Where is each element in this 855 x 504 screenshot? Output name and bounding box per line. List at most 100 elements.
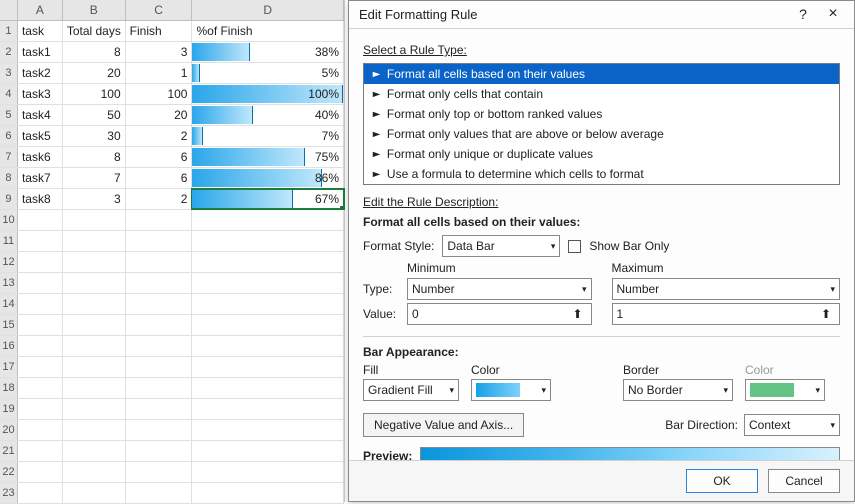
row-header[interactable]: 23 bbox=[0, 483, 18, 503]
cell[interactable] bbox=[192, 252, 344, 272]
cell[interactable]: task2 bbox=[18, 63, 63, 83]
cell[interactable] bbox=[63, 357, 126, 377]
cell[interactable] bbox=[63, 378, 126, 398]
cell[interactable] bbox=[126, 420, 193, 440]
cell[interactable]: task bbox=[18, 21, 63, 41]
rule-type-item[interactable]: ►Format all cells based on their values bbox=[364, 64, 839, 84]
cell[interactable] bbox=[192, 420, 344, 440]
row-header[interactable]: 13 bbox=[0, 273, 18, 293]
cell[interactable] bbox=[63, 252, 126, 272]
cell[interactable] bbox=[126, 462, 193, 482]
bar-direction-combo[interactable]: Context ▾ bbox=[744, 414, 840, 436]
cell[interactable]: 3 bbox=[126, 42, 193, 62]
cell[interactable] bbox=[192, 315, 344, 335]
cell[interactable] bbox=[192, 378, 344, 398]
row-header[interactable]: 21 bbox=[0, 441, 18, 461]
cell[interactable]: 100 bbox=[63, 84, 126, 104]
row-header[interactable]: 20 bbox=[0, 420, 18, 440]
rule-type-item[interactable]: ►Format only values that are above or be… bbox=[364, 124, 839, 144]
cell[interactable] bbox=[63, 399, 126, 419]
cell[interactable] bbox=[18, 441, 63, 461]
col-header-d[interactable]: D bbox=[192, 0, 344, 20]
row-header[interactable]: 8 bbox=[0, 168, 18, 188]
row-header[interactable]: 2 bbox=[0, 42, 18, 62]
cell[interactable]: Finish bbox=[126, 21, 193, 41]
cell[interactable] bbox=[192, 210, 344, 230]
rule-type-item[interactable]: ►Format only unique or duplicate values bbox=[364, 144, 839, 164]
cell[interactable] bbox=[126, 231, 193, 251]
cell[interactable]: 6 bbox=[126, 168, 193, 188]
cell[interactable]: 3 bbox=[63, 189, 126, 209]
cell[interactable] bbox=[63, 441, 126, 461]
cell[interactable] bbox=[63, 210, 126, 230]
collapse-dialog-icon[interactable]: ⬆ bbox=[817, 307, 835, 321]
row-header[interactable]: 19 bbox=[0, 399, 18, 419]
cell[interactable] bbox=[192, 357, 344, 377]
cell-databar[interactable]: 86% bbox=[192, 168, 344, 188]
cell[interactable] bbox=[18, 420, 63, 440]
min-type-combo[interactable]: Number ▾ bbox=[407, 278, 592, 300]
col-header-b[interactable]: B bbox=[63, 0, 126, 20]
cell[interactable] bbox=[63, 273, 126, 293]
cell[interactable] bbox=[63, 315, 126, 335]
cell[interactable] bbox=[18, 231, 63, 251]
cell[interactable] bbox=[18, 210, 63, 230]
cell[interactable]: 100 bbox=[126, 84, 193, 104]
row-header[interactable]: 4 bbox=[0, 84, 18, 104]
cell[interactable] bbox=[192, 231, 344, 251]
row-header[interactable]: 3 bbox=[0, 63, 18, 83]
cell[interactable] bbox=[18, 294, 63, 314]
row-header[interactable]: 11 bbox=[0, 231, 18, 251]
cell[interactable] bbox=[18, 378, 63, 398]
cell-databar[interactable]: 100% bbox=[192, 84, 344, 104]
cell[interactable] bbox=[192, 483, 344, 503]
row-header[interactable]: 15 bbox=[0, 315, 18, 335]
show-bar-only-checkbox[interactable] bbox=[568, 240, 581, 253]
min-value-input[interactable]: 0 ⬆ bbox=[407, 303, 592, 325]
border-combo[interactable]: No Border ▾ bbox=[623, 379, 733, 401]
cell[interactable]: 20 bbox=[63, 63, 126, 83]
cell[interactable] bbox=[126, 252, 193, 272]
cell[interactable]: 30 bbox=[63, 126, 126, 146]
border-color-combo[interactable]: ▾ bbox=[745, 379, 825, 401]
cell[interactable] bbox=[126, 315, 193, 335]
close-button[interactable]: × bbox=[818, 4, 848, 26]
cell-databar[interactable]: 38% bbox=[192, 42, 344, 62]
cell-databar[interactable]: 5% bbox=[192, 63, 344, 83]
cell[interactable] bbox=[63, 420, 126, 440]
cell[interactable] bbox=[18, 252, 63, 272]
cell[interactable] bbox=[63, 483, 126, 503]
cell[interactable] bbox=[63, 336, 126, 356]
cell[interactable]: task7 bbox=[18, 168, 63, 188]
row-header[interactable]: 12 bbox=[0, 252, 18, 272]
cell[interactable] bbox=[126, 441, 193, 461]
rule-type-item[interactable]: ►Use a formula to determine which cells … bbox=[364, 164, 839, 184]
cell[interactable]: task1 bbox=[18, 42, 63, 62]
fill-color-combo[interactable]: ▾ bbox=[471, 379, 551, 401]
row-header[interactable]: 9 bbox=[0, 189, 18, 209]
cell-databar[interactable]: 75% bbox=[192, 147, 344, 167]
cell[interactable] bbox=[18, 315, 63, 335]
cell[interactable]: Total days bbox=[63, 21, 126, 41]
col-header-c[interactable]: C bbox=[126, 0, 193, 20]
cell[interactable]: task8 bbox=[18, 189, 63, 209]
row-header[interactable]: 5 bbox=[0, 105, 18, 125]
cell-databar[interactable]: 67% bbox=[192, 189, 344, 209]
cell[interactable]: task3 bbox=[18, 84, 63, 104]
row-header[interactable]: 1 bbox=[0, 21, 18, 41]
row-header[interactable]: 17 bbox=[0, 357, 18, 377]
cell[interactable]: 8 bbox=[63, 42, 126, 62]
col-header-a[interactable]: A bbox=[18, 0, 63, 20]
cell[interactable] bbox=[126, 483, 193, 503]
negative-value-axis-button[interactable]: Negative Value and Axis... bbox=[363, 413, 524, 437]
cell[interactable] bbox=[18, 273, 63, 293]
row-header[interactable]: 6 bbox=[0, 126, 18, 146]
cell[interactable]: 2 bbox=[126, 189, 193, 209]
cell[interactable]: 20 bbox=[126, 105, 193, 125]
cell[interactable] bbox=[18, 336, 63, 356]
cell[interactable] bbox=[126, 378, 193, 398]
cell[interactable] bbox=[63, 462, 126, 482]
cell-databar[interactable]: 40% bbox=[192, 105, 344, 125]
cell[interactable] bbox=[126, 294, 193, 314]
cell[interactable] bbox=[18, 357, 63, 377]
